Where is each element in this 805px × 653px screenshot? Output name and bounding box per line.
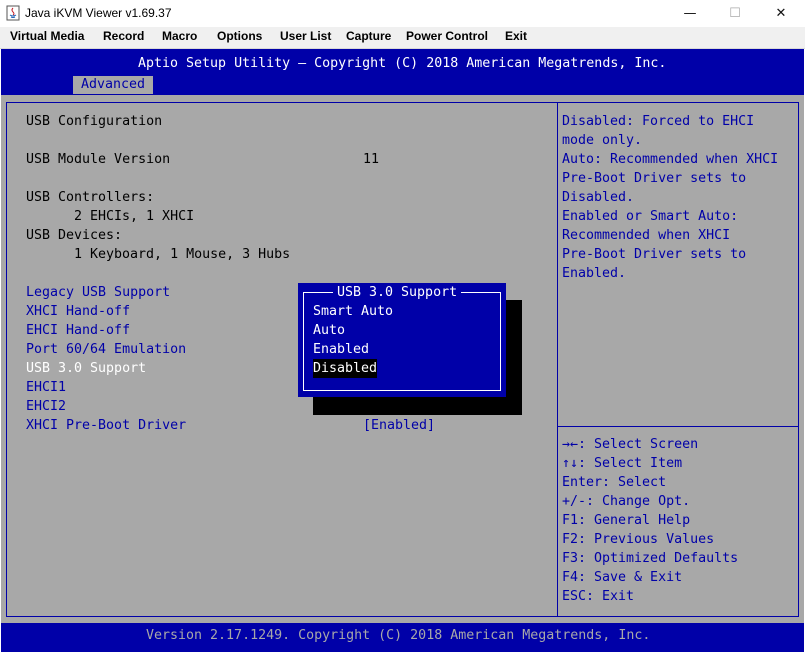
help-line: Disabled: Forced to EHCI	[562, 114, 755, 129]
menu-options[interactable]: Options	[217, 29, 262, 43]
controllers-value: 2 EHCIs, 1 XHCI	[74, 209, 195, 224]
bios-footer-text: Version 2.17.1249. Copyright (C) 2018 Am…	[146, 628, 651, 643]
module-version-label: USB Module Version	[26, 152, 171, 167]
devices-label: USB Devices:	[26, 228, 123, 243]
help-line: Pre-Boot Driver sets to	[562, 171, 747, 186]
setting-legacy-usb-support[interactable]: Legacy USB Support	[26, 283, 170, 302]
menu-macro[interactable]: Macro	[162, 29, 197, 43]
usb3-support-popup: USB 3.0 Support Smart Auto Auto Enabled …	[298, 283, 506, 397]
bios-header-title: Aptio Setup Utility – Copyright (C) 2018…	[138, 56, 667, 71]
key-help-line: F1: General Help	[562, 513, 691, 528]
help-line: Disabled.	[562, 190, 635, 205]
menu-virtual-media[interactable]: Virtual Media	[10, 29, 84, 43]
setting-xhci-pre-boot-driver[interactable]: XHCI Pre-Boot Driver	[26, 416, 186, 435]
help-line: Recommended when XHCI	[562, 228, 731, 243]
kvm-console-screen[interactable]: Aptio Setup Utility – Copyright (C) 2018…	[1, 49, 804, 652]
java-app-icon	[6, 5, 20, 21]
section-title: USB Configuration	[26, 114, 163, 129]
window-titlebar: Java iKVM Viewer v1.69.37 — ☐ ✕	[0, 0, 805, 27]
controllers-label: USB Controllers:	[26, 190, 155, 205]
popup-option-disabled[interactable]: Disabled	[313, 359, 378, 378]
help-line: mode only.	[562, 133, 643, 148]
key-help-line: ESC: Exit	[562, 589, 635, 604]
window-title: Java iKVM Viewer v1.69.37	[25, 6, 172, 20]
tab-advanced[interactable]: Advanced	[73, 76, 154, 94]
panel-divider	[557, 102, 558, 616]
key-help-line: Enter: Select	[562, 475, 667, 490]
menu-exit[interactable]: Exit	[505, 29, 527, 43]
help-divider	[558, 426, 798, 427]
maximize-button[interactable]: ☐	[712, 0, 758, 27]
close-icon: ✕	[775, 6, 787, 21]
setting-xhci-pre-boot-driver-value[interactable]: [Enabled]	[363, 416, 435, 435]
setting-port-60-64-emulation[interactable]: Port 60/64 Emulation	[26, 340, 186, 359]
help-line: Enabled or Smart Auto:	[562, 209, 739, 224]
minimize-icon: —	[683, 6, 697, 21]
key-help-line: F3: Optimized Defaults	[562, 551, 739, 566]
close-button[interactable]: ✕	[758, 0, 804, 27]
popup-title: USB 3.0 Support	[333, 283, 462, 302]
key-help-line: F4: Save & Exit	[562, 570, 683, 585]
key-help-line: F2: Previous Values	[562, 532, 715, 547]
help-line: Pre-Boot Driver sets to	[562, 247, 747, 262]
popup-option-enabled[interactable]: Enabled	[313, 340, 369, 359]
menu-power-control[interactable]: Power Control	[406, 29, 488, 43]
menu-user-list[interactable]: User List	[280, 29, 331, 43]
setting-usb-3-support[interactable]: USB 3.0 Support	[26, 359, 146, 378]
key-help-line: +/-: Change Opt.	[562, 494, 691, 509]
menu-record[interactable]: Record	[103, 29, 144, 43]
key-help-line: →←: Select Screen	[562, 437, 699, 452]
setting-ehci-hand-off[interactable]: EHCI Hand-off	[26, 321, 130, 340]
setting-xhci-hand-off[interactable]: XHCI Hand-off	[26, 302, 130, 321]
help-line: Auto: Recommended when XHCI	[562, 152, 779, 167]
key-help-line: ↑↓: Select Item	[562, 456, 683, 471]
setting-ehci1[interactable]: EHCI1	[26, 378, 66, 397]
maximize-icon: ☐	[729, 6, 741, 21]
minimize-button[interactable]: —	[667, 0, 713, 27]
module-version-value: 11	[363, 152, 380, 167]
bios-header: Aptio Setup Utility – Copyright (C) 2018…	[1, 49, 804, 95]
setting-ehci2[interactable]: EHCI2	[26, 397, 66, 416]
popup-option-smart-auto[interactable]: Smart Auto	[313, 302, 393, 321]
help-line: Enabled.	[562, 266, 627, 281]
menu-bar: Virtual Media Record Macro Options User …	[0, 27, 805, 49]
bios-footer: Version 2.17.1249. Copyright (C) 2018 Am…	[1, 623, 804, 652]
menu-capture[interactable]: Capture	[346, 29, 391, 43]
devices-value: 1 Keyboard, 1 Mouse, 3 Hubs	[74, 247, 291, 262]
popup-option-auto[interactable]: Auto	[313, 321, 345, 340]
